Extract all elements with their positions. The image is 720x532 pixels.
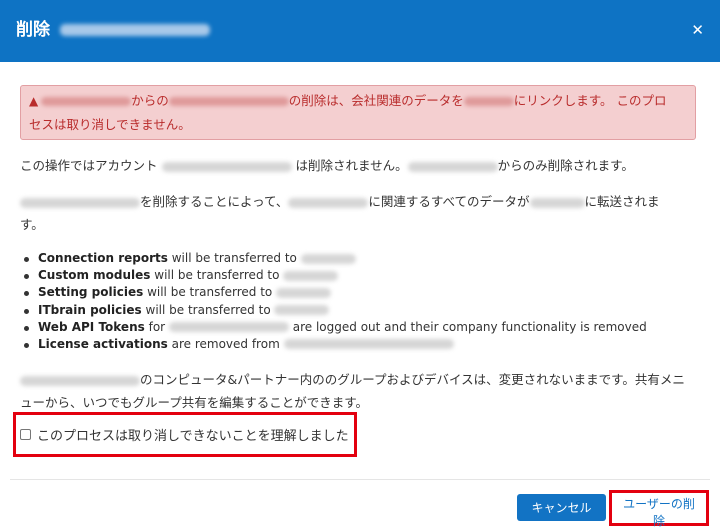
- redacted-account: [161, 161, 292, 172]
- account-text-3: からのみ削除されます。: [497, 158, 634, 173]
- redacted-user: [20, 197, 140, 208]
- confirm-label: このプロセスは取り消しできないことを理解しました: [37, 429, 349, 444]
- cancel-button[interactable]: キャンセル: [517, 494, 606, 521]
- redacted-target-user: [300, 253, 356, 264]
- list-item: ITbrain policies will be transferred to: [20, 302, 700, 319]
- account-text-2: は削除されません。: [295, 158, 408, 173]
- list-item: Connection reports will be transferred t…: [20, 250, 700, 267]
- redacted-user: [168, 322, 289, 333]
- list-item-text: will be transferred to: [145, 302, 271, 317]
- groups-text-1: のコンピュータ&パートナー内ののグループおよびデバイスは、変更されないままです。…: [140, 372, 685, 387]
- list-item: Web API Tokens for are logged out and th…: [20, 319, 700, 336]
- transfer-list: Connection reports will be transferred t…: [20, 250, 700, 353]
- list-item-text: will be transferred to: [171, 251, 297, 265]
- redacted-user-name: [60, 24, 210, 36]
- alert-text-1: からの: [131, 93, 169, 108]
- list-item-bold: Web API Tokens: [38, 319, 145, 334]
- transfer-text-line2: す。: [20, 217, 44, 232]
- list-item-text: are removed from: [171, 336, 280, 351]
- alert-text-line2: セスは取り消しできません。: [29, 117, 191, 132]
- list-item: License activations are removed from: [20, 336, 700, 353]
- transfer-text-3: に転送されま: [584, 194, 660, 209]
- redacted-target-user: [529, 197, 585, 208]
- redacted-target-user: [283, 270, 339, 281]
- list-item-bold: Setting policies: [38, 285, 144, 300]
- confirm-checkbox-row[interactable]: このプロセスは取り消しできないことを理解しました: [20, 425, 349, 444]
- transfer-text-1: を削除することによって、: [140, 194, 289, 209]
- list-item-bold: Custom modules: [38, 268, 151, 283]
- list-item-text: will be transferred to: [147, 285, 273, 300]
- redacted-account: [283, 339, 454, 350]
- transfer-paragraph: を削除することによって、 に関連するすべてのデータが に転送されま す。: [20, 190, 700, 236]
- close-icon[interactable]: ✕: [691, 20, 704, 40]
- dialog-title-text: 削除: [16, 20, 50, 40]
- account-text-1: この操作ではアカウント: [20, 158, 158, 173]
- delete-user-button[interactable]: ユーザーの削除: [614, 494, 704, 528]
- redacted-target-user: [276, 287, 332, 298]
- list-item-text: will be transferred to: [154, 268, 280, 283]
- list-item-bold: License activations: [38, 336, 168, 351]
- alert-text-3: にリンクします。 このプロ: [513, 93, 667, 108]
- footer-divider: [10, 479, 710, 480]
- redacted-company: [407, 161, 498, 172]
- account-paragraph: この操作ではアカウント は削除されません。 からのみ削除されます。: [20, 154, 700, 177]
- delete-user-dialog: 削除 ✕ ▲ からの の削除は、会社関連のデータを にリンクします。 このプロ セスは…: [0, 0, 720, 532]
- dialog-header: 削除 ✕: [0, 0, 720, 62]
- warning-icon: ▲: [29, 94, 39, 108]
- redacted-user: [20, 375, 140, 386]
- redacted-company: [41, 97, 132, 106]
- list-item-bold: ITbrain policies: [38, 302, 142, 317]
- groups-text-2: ューから、いつでもグループ共有を編集することができます。: [20, 395, 369, 410]
- list-item: Custom modules will be transferred to: [20, 267, 700, 284]
- list-item-bold: Connection reports: [38, 251, 168, 265]
- list-item-text: for: [148, 319, 166, 334]
- dialog-title: 削除: [16, 18, 210, 42]
- list-item: Setting policies will be transferred to: [20, 284, 700, 301]
- confirm-checkbox[interactable]: [20, 429, 31, 440]
- warning-alert: ▲ からの の削除は、会社関連のデータを にリンクします。 このプロ セスは取り消しで…: [20, 85, 696, 140]
- redacted-target-user: [274, 305, 330, 316]
- transfer-text-2: に関連するすべてのデータが: [368, 194, 530, 209]
- list-item-text-2: are logged out and their company functio…: [292, 319, 647, 334]
- redacted-company: [288, 197, 369, 208]
- redacted-target-user: [463, 97, 514, 106]
- redacted-user: [168, 97, 289, 106]
- groups-paragraph: のコンピュータ&パートナー内ののグループおよびデバイスは、変更されないままです。…: [20, 368, 700, 414]
- alert-text-2: の削除は、会社関連のデータを: [288, 93, 464, 108]
